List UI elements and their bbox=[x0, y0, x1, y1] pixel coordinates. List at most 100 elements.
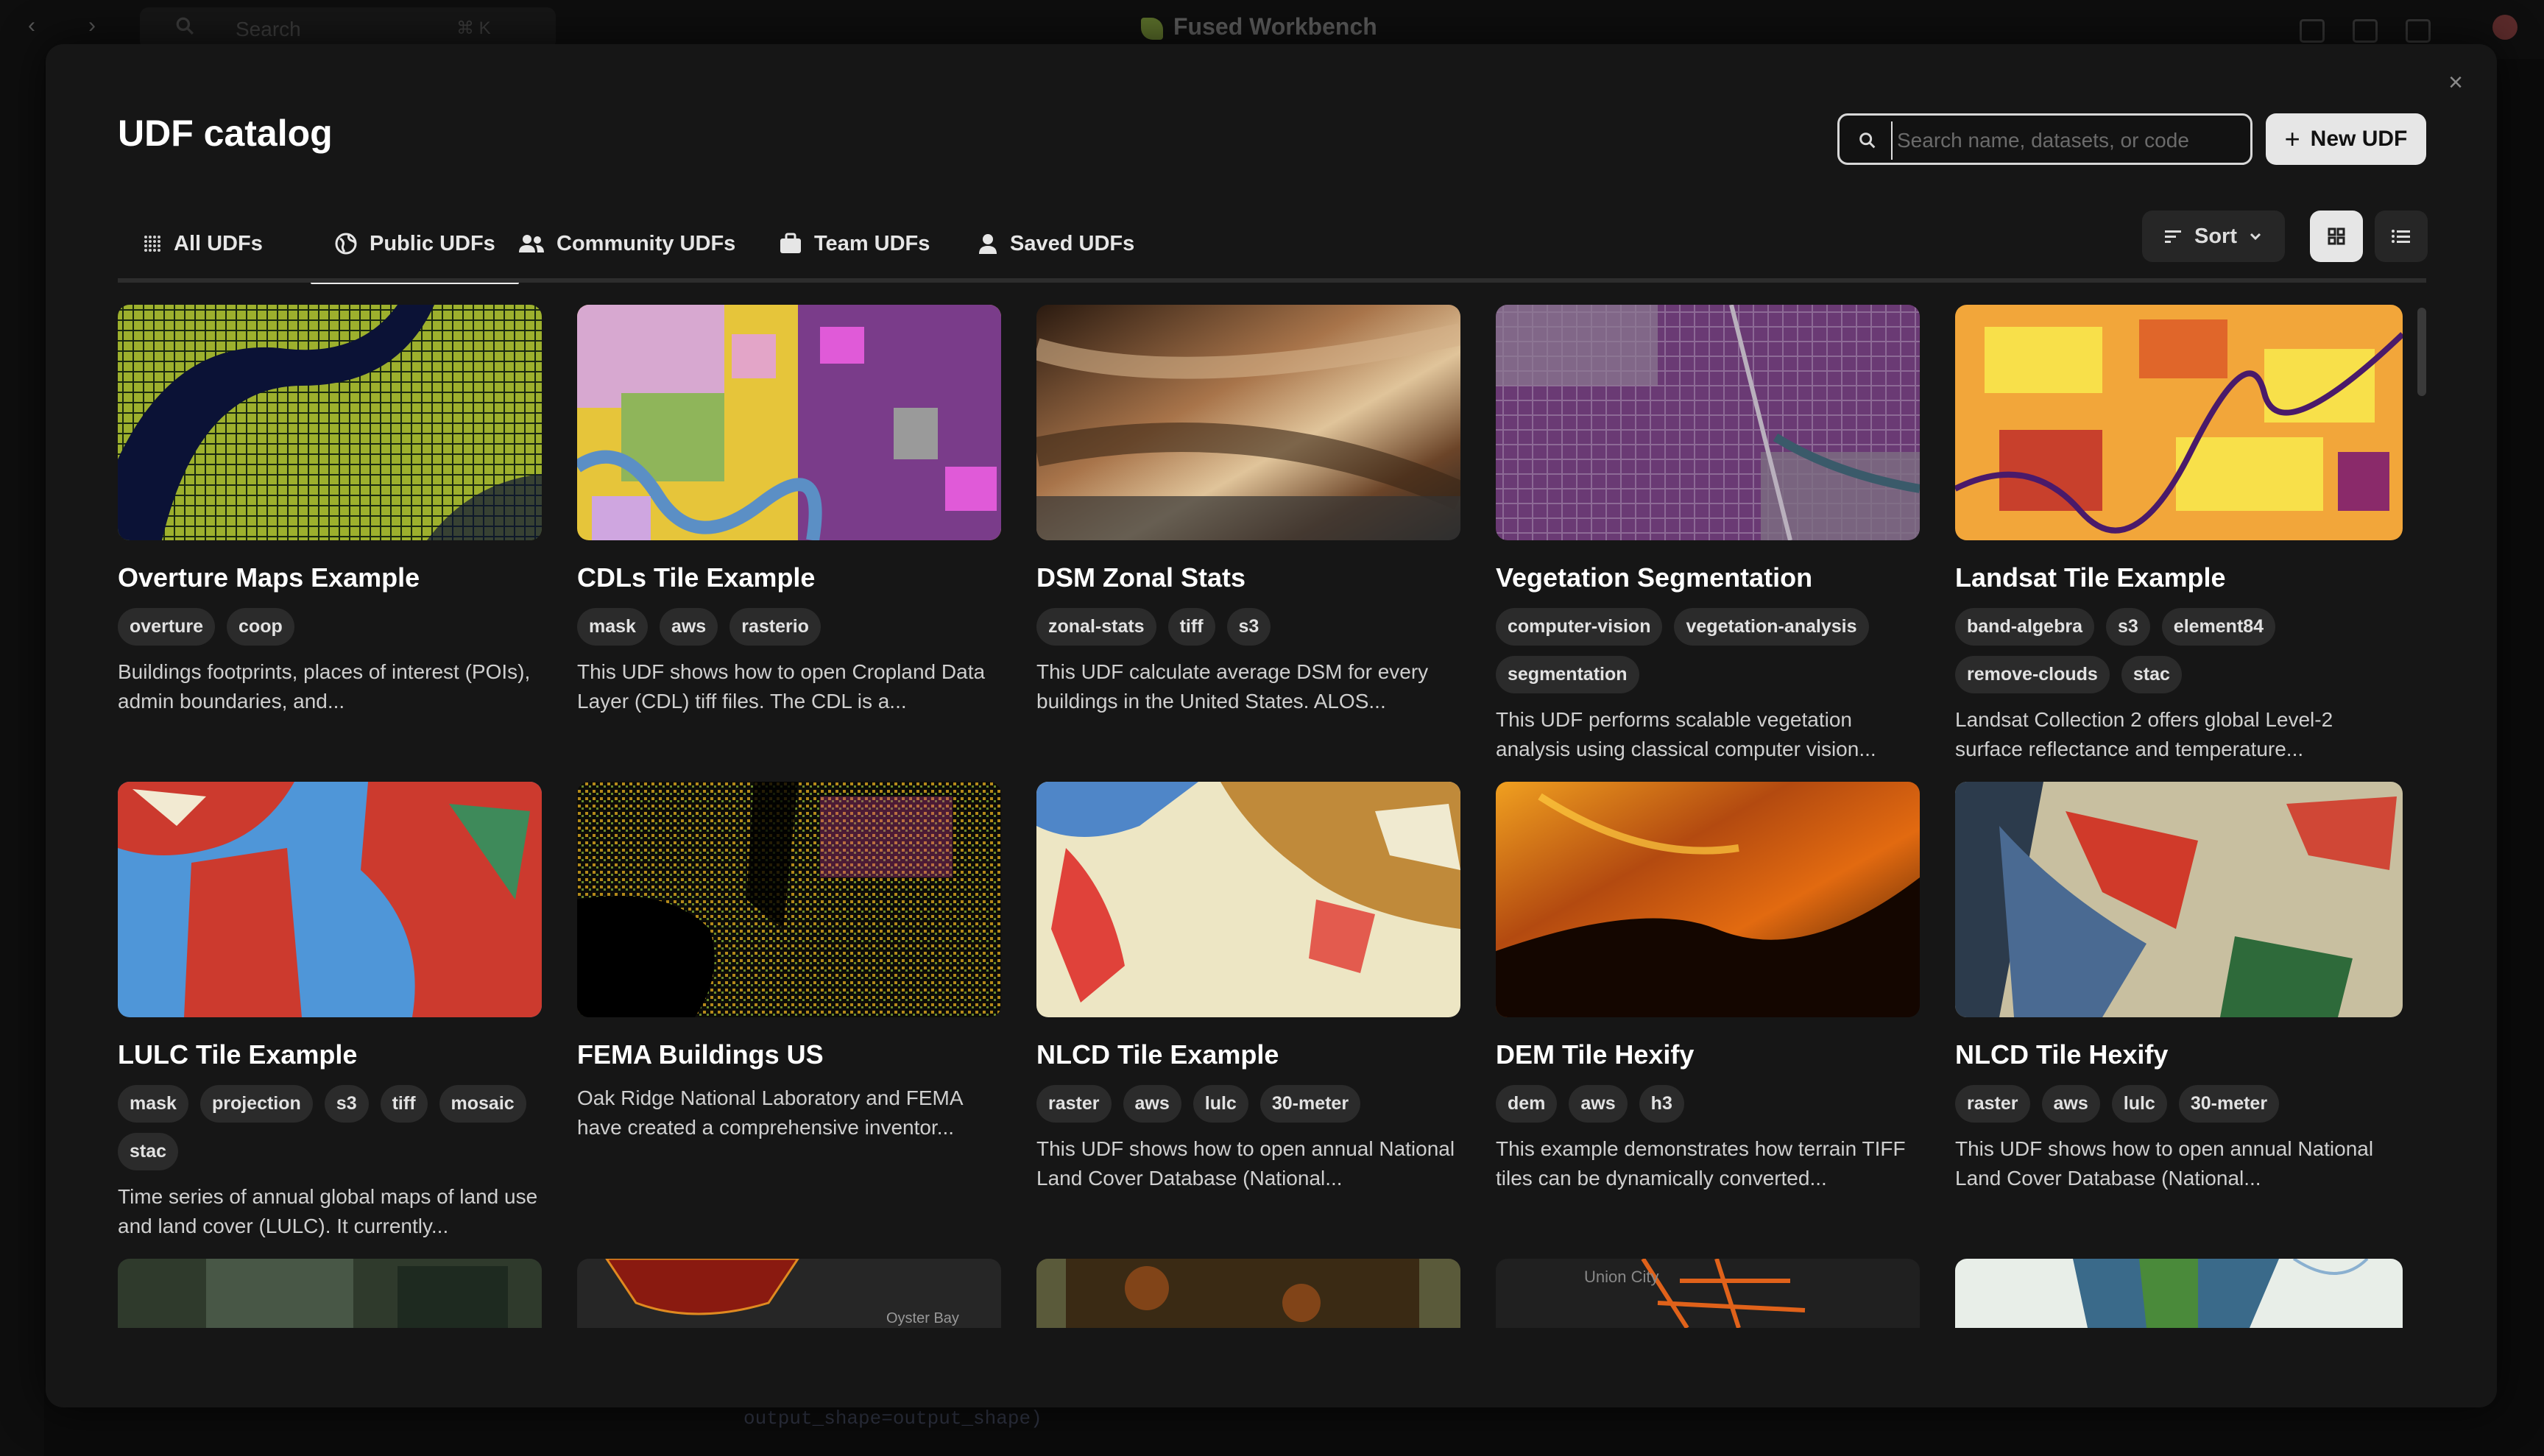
tab-label: Public UDFs bbox=[370, 231, 495, 255]
tag[interactable]: aws bbox=[1569, 1085, 1628, 1123]
tag[interactable]: coop bbox=[227, 608, 294, 646]
panel-right-icon[interactable] bbox=[2406, 19, 2431, 43]
tag[interactable]: lulc bbox=[2111, 1085, 2167, 1123]
catalog-search-box[interactable] bbox=[1837, 113, 2252, 165]
card-thumbnail bbox=[1955, 305, 2403, 540]
card-description: Buildings footprints, places of interest… bbox=[118, 660, 531, 713]
tag[interactable]: lulc bbox=[1192, 1085, 1248, 1123]
overture-map-image bbox=[118, 305, 542, 540]
app-title: Fused Workbench bbox=[1141, 13, 1377, 40]
tag[interactable]: zonal-stats bbox=[1036, 608, 1156, 646]
close-icon[interactable]: × bbox=[2442, 69, 2469, 96]
udf-card[interactable]: CDLs Tile Example mask aws rasterio This… bbox=[577, 305, 1001, 716]
card-thumbnail bbox=[577, 305, 1001, 540]
background-code: output_shape=output_shape) bbox=[743, 1407, 1042, 1430]
tab-community-udfs[interactable]: Community UDFs bbox=[518, 208, 735, 280]
card-tags: mask projection s3 tiff mosaic stac bbox=[118, 1085, 542, 1170]
card-thumbnail bbox=[118, 782, 542, 1017]
card-title: CDLs Tile Example bbox=[577, 562, 816, 593]
forest-map-image bbox=[1036, 1259, 1460, 1328]
tag[interactable]: aws bbox=[1123, 1085, 1181, 1123]
card-thumbnail bbox=[577, 782, 1001, 1017]
tag[interactable]: s3 bbox=[2105, 608, 2150, 646]
tab-team-udfs[interactable]: Team UDFs bbox=[779, 208, 930, 280]
app-sidebar bbox=[0, 59, 44, 1456]
udf-card[interactable] bbox=[118, 1259, 542, 1328]
grid-view-button[interactable] bbox=[2310, 211, 2363, 262]
card-title: FEMA Buildings US bbox=[577, 1039, 824, 1070]
satellite-image bbox=[118, 1259, 542, 1328]
tag[interactable]: 30-meter bbox=[1259, 1085, 1361, 1123]
tag[interactable]: 30-meter bbox=[2178, 1085, 2280, 1123]
new-udf-label: New UDF bbox=[2310, 127, 2408, 151]
tab-public-udfs[interactable]: Public UDFs bbox=[311, 208, 519, 284]
card-description: This UDF shows how to open annual Nation… bbox=[1036, 1137, 1455, 1190]
tag[interactable]: computer-vision bbox=[1496, 608, 1663, 646]
card-description: This UDF shows how to open annual Nation… bbox=[1955, 1137, 2374, 1190]
tag[interactable]: segmentation bbox=[1496, 656, 1639, 693]
udf-card[interactable]: DEM Tile Hexify dem aws h3 This example … bbox=[1496, 782, 1920, 1193]
tag[interactable]: tiff bbox=[380, 1085, 428, 1123]
tag[interactable]: vegetation-analysis bbox=[1674, 608, 1869, 646]
card-thumbnail: Union City bbox=[1496, 1259, 1920, 1328]
tag[interactable]: mask bbox=[118, 1085, 188, 1123]
udf-card[interactable]: Oyster Bay bbox=[577, 1259, 1001, 1328]
tab-saved-udfs[interactable]: Saved UDFs bbox=[978, 208, 1134, 280]
card-thumbnail bbox=[1036, 1259, 1460, 1328]
back-arrow-icon[interactable]: ‹ bbox=[28, 13, 35, 38]
search-shortcut: ⌘ K bbox=[456, 18, 491, 38]
card-title: Overture Maps Example bbox=[118, 562, 420, 593]
panel-left-icon[interactable] bbox=[2300, 19, 2325, 43]
fused-logo-icon bbox=[1141, 17, 1163, 40]
tag[interactable]: s3 bbox=[324, 1085, 369, 1123]
catalog-scrollbar[interactable] bbox=[2417, 308, 2426, 396]
card-title: Vegetation Segmentation bbox=[1496, 562, 1813, 593]
tag[interactable]: projection bbox=[199, 1085, 313, 1123]
tag[interactable]: raster bbox=[1955, 1085, 2030, 1123]
landsat-map-image bbox=[1955, 305, 2403, 540]
card-tags: mask aws rasterio bbox=[577, 608, 1001, 646]
tag[interactable]: mask bbox=[577, 608, 648, 646]
sort-button[interactable]: Sort bbox=[2142, 211, 2285, 262]
card-thumbnail: Oyster Bay bbox=[577, 1259, 1001, 1328]
tag[interactable]: aws bbox=[2041, 1085, 2100, 1123]
udf-card[interactable]: Union City bbox=[1496, 1259, 1920, 1328]
search-input[interactable] bbox=[1891, 121, 2244, 160]
tag[interactable]: dem bbox=[1496, 1085, 1558, 1123]
tag[interactable]: overture bbox=[118, 608, 216, 646]
udf-card[interactable]: NLCD Tile Hexify raster aws lulc 30-mete… bbox=[1955, 782, 2403, 1193]
udf-card[interactable]: Overture Maps Example overture coop Buil… bbox=[118, 305, 542, 716]
tag[interactable]: raster bbox=[1036, 1085, 1112, 1123]
tag[interactable]: h3 bbox=[1639, 1085, 1684, 1123]
tag[interactable]: rasterio bbox=[729, 608, 821, 646]
udf-card[interactable] bbox=[1036, 1259, 1460, 1328]
udf-card[interactable]: Landsat Tile Example band-algebra s3 ele… bbox=[1955, 305, 2403, 764]
card-thumbnail bbox=[1036, 782, 1460, 1017]
card-description: This UDF performs scalable vegetation an… bbox=[1496, 708, 1876, 760]
card-tags: raster aws lulc 30-meter bbox=[1036, 1085, 1460, 1123]
panel-center-icon[interactable] bbox=[2353, 19, 2378, 43]
tag[interactable]: aws bbox=[659, 608, 718, 646]
udf-card[interactable]: FEMA Buildings US Oak Ridge National Lab… bbox=[577, 782, 1001, 1142]
tag[interactable]: tiff bbox=[1167, 608, 1215, 646]
udf-card[interactable]: DSM Zonal Stats zonal-stats tiff s3 This… bbox=[1036, 305, 1460, 716]
new-udf-button[interactable]: + New UDF bbox=[2266, 113, 2426, 165]
tag[interactable]: stac bbox=[118, 1133, 179, 1170]
udf-card[interactable]: Vegetation Segmentation computer-vision … bbox=[1496, 305, 1920, 764]
tag[interactable]: stac bbox=[2121, 656, 2182, 693]
tag[interactable]: mosaic bbox=[439, 1085, 526, 1123]
tag[interactable]: band-algebra bbox=[1955, 608, 2094, 646]
udf-card[interactable]: NLCD Tile Example raster aws lulc 30-met… bbox=[1036, 782, 1460, 1193]
tag[interactable]: element84 bbox=[2161, 608, 2276, 646]
tag[interactable]: s3 bbox=[1226, 608, 1271, 646]
forward-arrow-icon[interactable]: › bbox=[88, 13, 96, 38]
udf-card[interactable] bbox=[1955, 1259, 2403, 1328]
list-icon bbox=[2392, 230, 2410, 243]
card-description: This example demonstrates how terrain TI… bbox=[1496, 1137, 1906, 1190]
udf-card[interactable]: LULC Tile Example mask projection s3 tif… bbox=[118, 782, 542, 1241]
tag[interactable]: remove-clouds bbox=[1955, 656, 2110, 693]
avatar[interactable] bbox=[2492, 15, 2518, 40]
list-view-button[interactable] bbox=[2375, 211, 2428, 262]
tab-all-udfs[interactable]: All UDFs bbox=[143, 208, 263, 280]
card-title: DSM Zonal Stats bbox=[1036, 562, 1246, 593]
